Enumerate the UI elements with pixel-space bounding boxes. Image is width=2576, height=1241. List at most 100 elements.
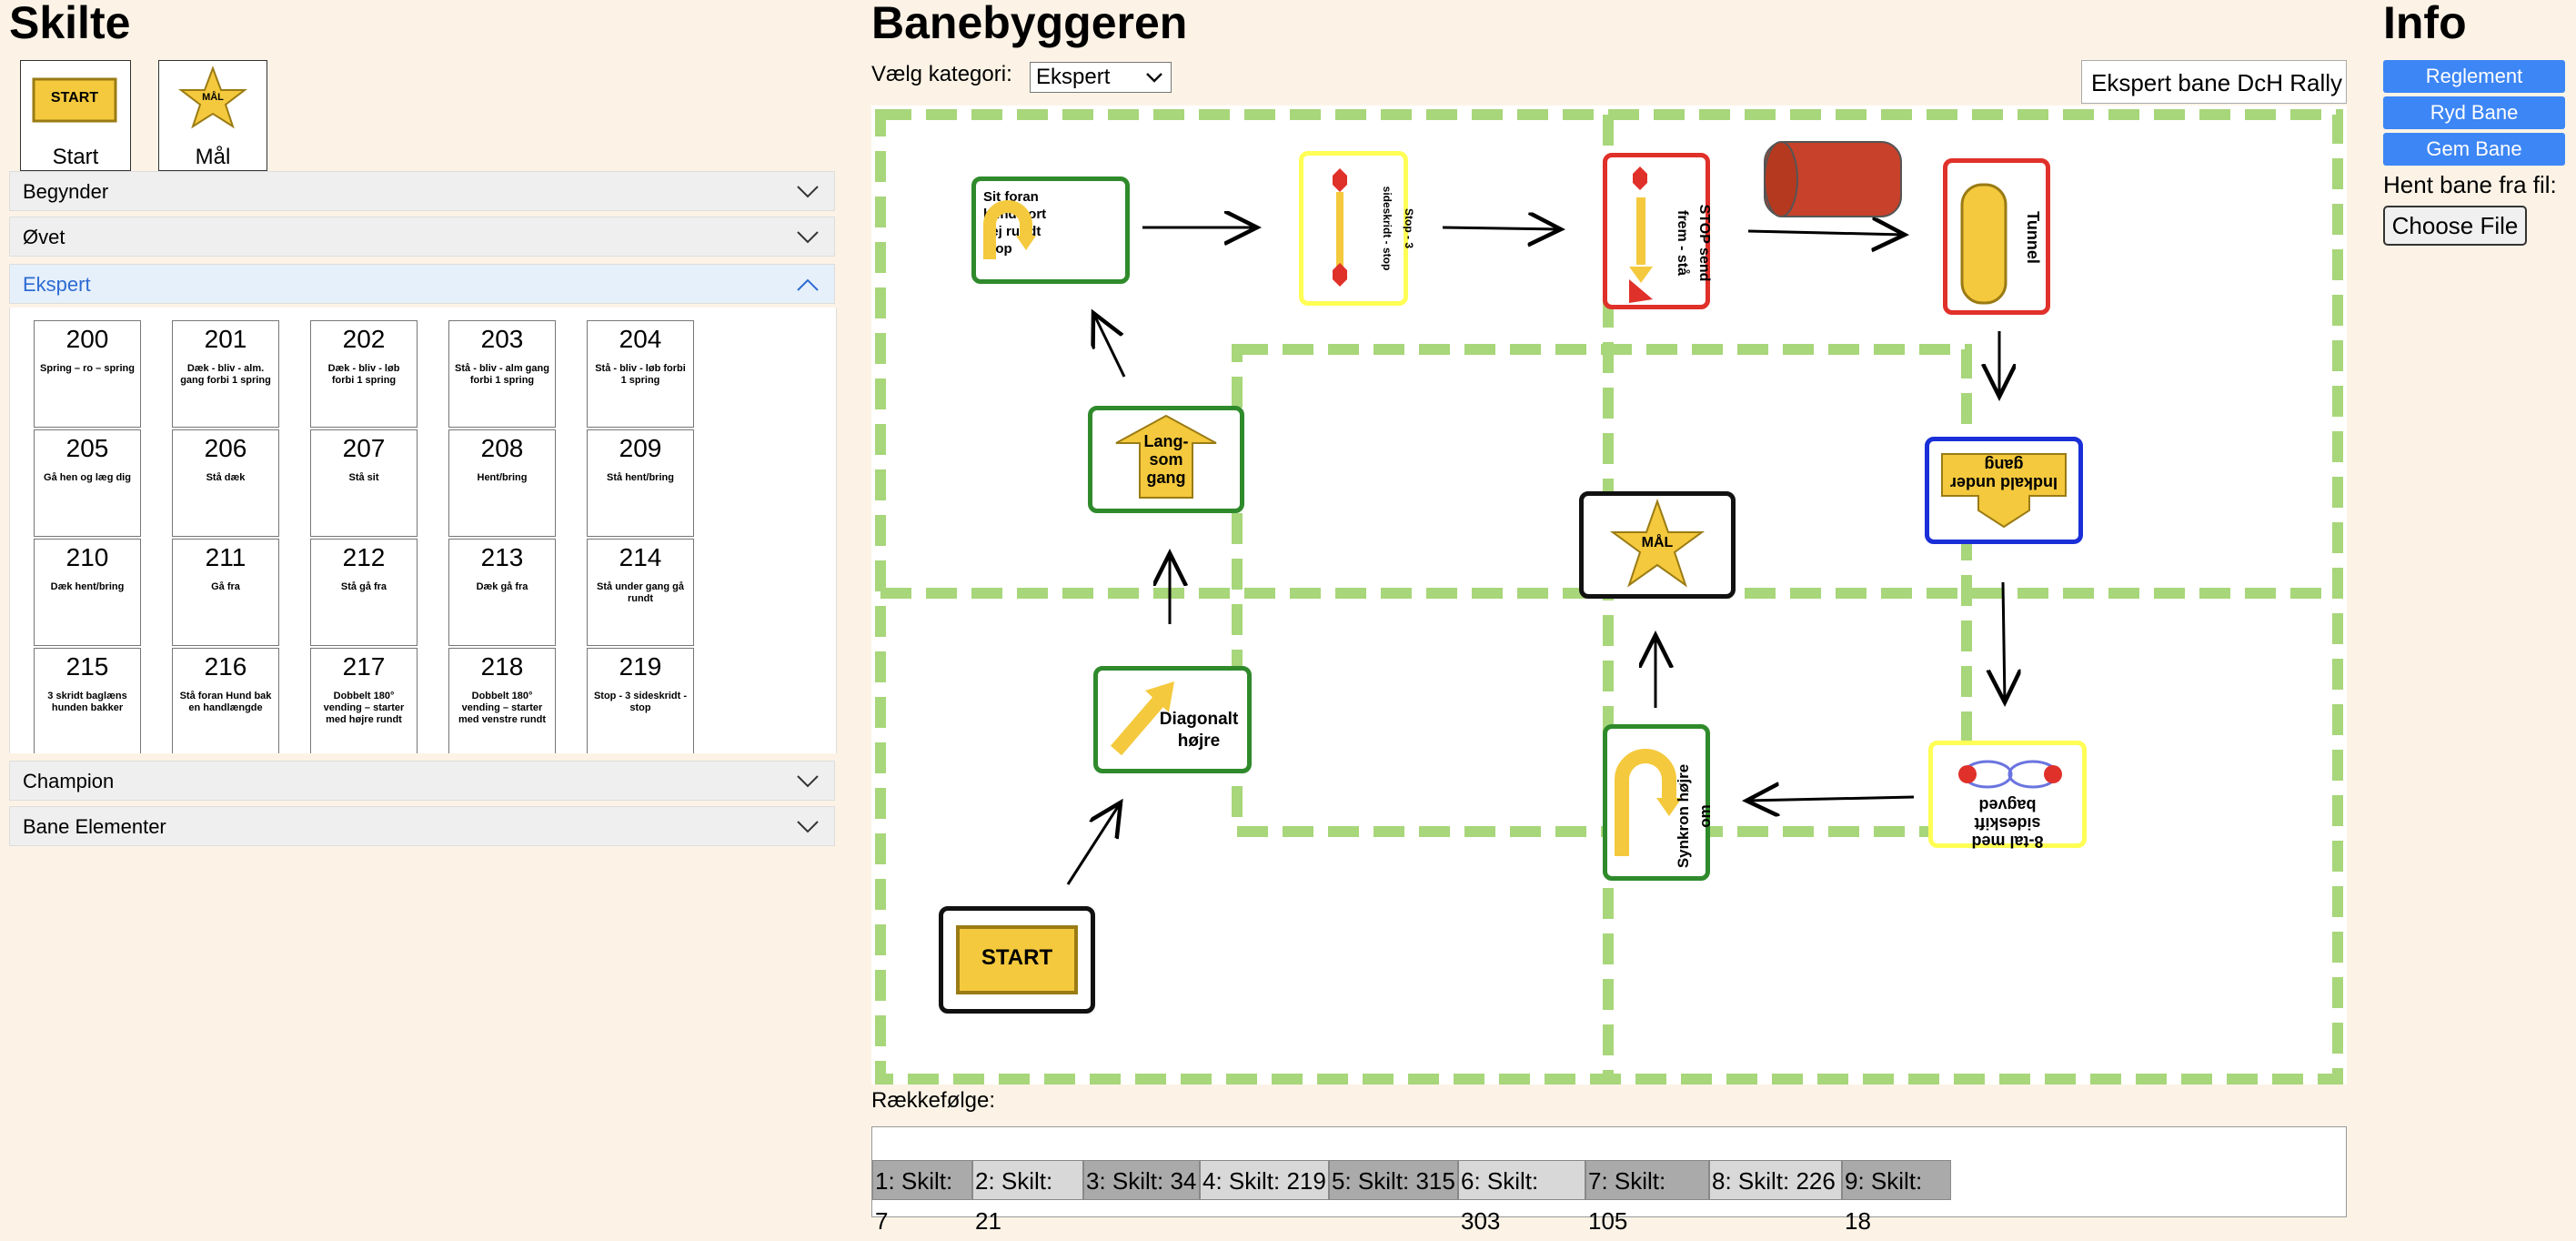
sign-tile[interactable]: 204 Stå - bliv - løb forbi 1 spring	[587, 320, 694, 428]
board-sign-indkald-under-gang[interactable]: Indkald under gang	[1925, 437, 2083, 544]
ryd-bane-button[interactable]: Ryd Bane	[2383, 96, 2565, 129]
tunnel-obstacle	[1764, 141, 1902, 217]
goal-card: MÅL	[163, 65, 263, 130]
order-item[interactable]: 4: Skilt: 219	[1200, 1160, 1329, 1200]
sign-tile[interactable]: 213 Dæk gå fra	[448, 539, 556, 646]
sign-tile[interactable]: 219 Stop - 3 sideskridt - stop	[587, 648, 694, 753]
order-item[interactable]: 3: Skilt: 34	[1083, 1160, 1200, 1200]
order-item[interactable]: 2: Skilt: 21	[972, 1160, 1083, 1235]
sign-number: 211	[205, 543, 247, 571]
sign-tile[interactable]: 206 Stå dæk	[172, 429, 279, 537]
board-sign-start[interactable]: START	[939, 906, 1095, 1014]
order-item[interactable]: 1: Skilt: 7	[872, 1160, 972, 1235]
start-card-text: START	[50, 90, 99, 106]
sign-number: 202	[342, 325, 386, 353]
category-label: Vælg kategori:	[871, 62, 1012, 86]
sign-number: 209	[619, 434, 662, 462]
sign-tile[interactable]: 202 Dæk - bliv - løb forbi 1 spring	[310, 320, 418, 428]
sign-tile[interactable]: 214 Stå under gang gå rundt	[587, 539, 694, 646]
sign-caption: Stop - 3 sideskridt - stop	[593, 691, 688, 713]
sign-number: 215	[65, 652, 109, 681]
chevron-down-icon	[1146, 73, 1162, 83]
sign-caption: 3 skridt baglæns hunden bakker	[47, 691, 127, 713]
board-sign-diagonalt-hojre[interactable]: Diagonalt højre	[1093, 666, 1252, 773]
sign-caption: Dobbelt 180° vending – starter med højre…	[323, 691, 405, 725]
sign-tile[interactable]: 210 Dæk hent/bring	[34, 539, 141, 646]
sign-caption: Stå under gang gå rundt	[597, 581, 684, 604]
board-sign-sit-foran[interactable]: Sit foran hund kort vej rundt stop	[971, 177, 1130, 284]
board-sign-maal[interactable]: MÅL	[1579, 491, 1736, 599]
order-item[interactable]: 8: Skilt: 226	[1709, 1160, 1842, 1200]
sign-number: 203	[480, 325, 524, 353]
board-sign-stop-3-sideskridt[interactable]: Stop - 3 sideskridt - stop	[1299, 151, 1415, 306]
section-champion[interactable]: Champion	[9, 761, 835, 801]
sign-tile[interactable]: 207 Stå sit	[310, 429, 418, 537]
board-sign-tunnel[interactable]: Tunnel	[1943, 158, 2050, 315]
board-sign-stop-send-frem[interactable]: STOP send frem - stå	[1603, 153, 1712, 309]
sign-text: Tunnel	[2024, 211, 2042, 264]
order-item[interactable]: 6: Skilt: 303	[1458, 1160, 1585, 1235]
choose-file-button[interactable]: Choose File	[2383, 206, 2527, 246]
palette-goal-label: Mål	[195, 145, 231, 169]
sign-tile[interactable]: 209 Stå hent/bring	[587, 429, 694, 537]
sign-tile[interactable]: 211 Gå fra	[172, 539, 279, 646]
sign-tile[interactable]: 208 Hent/bring	[448, 429, 556, 537]
sign-tile[interactable]: 201 Dæk - bliv - alm. gang forbi 1 spring	[172, 320, 279, 428]
section-begynder[interactable]: Begynder	[9, 171, 835, 211]
sign-caption: Dæk hent/bring	[50, 581, 125, 592]
sign-caption: Stå gå fra	[340, 581, 387, 592]
sign-number: 218	[480, 652, 524, 681]
builder-title: Banebyggeren	[871, 0, 1188, 48]
order-list: 1: Skilt: 7 2: Skilt: 21 3: Skilt: 34 4: Sk…	[871, 1126, 2347, 1235]
chevron-down-icon	[797, 775, 819, 788]
sign-number: 213	[480, 543, 524, 571]
sign-caption: Gå hen og læg dig	[44, 472, 131, 483]
sign-tile[interactable]: 212 Stå gå fra	[310, 539, 418, 646]
section-label: Øvet	[23, 226, 65, 248]
section-ekspert[interactable]: Ekspert	[9, 264, 835, 304]
sign-caption: Dobbelt 180° vending – starter med venst…	[458, 691, 546, 725]
category-select[interactable]: Ekspert	[1030, 62, 1172, 93]
sign-tile[interactable]: 203 Stå - bliv - alm gang forbi 1 spring	[448, 320, 556, 428]
sign-caption: Hent/bring	[477, 472, 528, 483]
sign-number: 219	[619, 652, 662, 681]
sign-tile[interactable]: 215 3 skridt baglæns hunden bakker	[34, 648, 141, 753]
palette-start[interactable]: START Start	[20, 60, 131, 171]
gem-bane-button[interactable]: Gem Bane	[2383, 133, 2565, 166]
palette-start-label: Start	[52, 145, 99, 169]
sign-number: 212	[342, 543, 386, 571]
sign-tile[interactable]: 217 Dobbelt 180° vending – starter med hø…	[310, 648, 418, 753]
sign-caption: Stå dæk	[206, 472, 246, 483]
order-item[interactable]: 7: Skilt: 105	[1585, 1160, 1709, 1235]
section-bane-elementer[interactable]: Bane Elementer	[9, 806, 835, 846]
sign-tile[interactable]: 205 Gå hen og læg dig	[34, 429, 141, 537]
sign-number: 208	[480, 434, 524, 462]
file-label: Hent bane fra fil:	[2383, 171, 2557, 198]
u-turn-icon	[983, 200, 1036, 259]
reglement-button[interactable]: Reglement	[2383, 60, 2565, 93]
sign-tile[interactable]: 200 Spring – ro – spring	[34, 320, 141, 428]
course-name-input[interactable]: Ekspert bane DcH Rally	[2081, 60, 2347, 104]
order-label: Rækkefølge:	[871, 1088, 996, 1113]
palette-goal[interactable]: MÅL Mål	[158, 60, 267, 171]
sign-caption: Stå foran Hund bak en handlængde	[179, 691, 272, 713]
order-item[interactable]: 5: Skilt: 315	[1329, 1160, 1458, 1200]
board-sign-langsom-gang[interactable]: Lang-som gang	[1088, 406, 1244, 513]
chevron-down-icon	[797, 231, 819, 244]
board-sign-8-tal[interactable]: 8-tal med sideskift bagved	[1928, 741, 2087, 851]
sign-caption: Dæk - bliv - løb forbi 1 spring	[327, 363, 400, 386]
panel-title: Skilte	[9, 0, 131, 48]
order-item[interactable]: 9: Skilt: 18	[1842, 1160, 1951, 1235]
section-ovet[interactable]: Øvet	[9, 217, 835, 257]
chevron-down-icon	[797, 186, 819, 198]
sign-number: 205	[65, 434, 109, 462]
sign-caption: Gå fra	[211, 581, 240, 592]
sign-text: Indkald under gang	[1950, 456, 2058, 492]
board-sign-synkron-hojre-om[interactable]: Synkron højre om	[1603, 724, 1714, 881]
chevron-up-icon	[797, 278, 819, 291]
sign-text: Synkron højre om	[1675, 763, 1714, 869]
sign-tile[interactable]: 216 Stå foran Hund bak en handlængde	[172, 648, 279, 753]
sign-text: Diagonalt højre	[1159, 710, 1239, 751]
sign-tile[interactable]: 218 Dobbelt 180° vending – starter med ve…	[448, 648, 556, 753]
course-board[interactable]: Sit foran hund kort vej rundt stop Stop …	[871, 106, 2347, 1085]
